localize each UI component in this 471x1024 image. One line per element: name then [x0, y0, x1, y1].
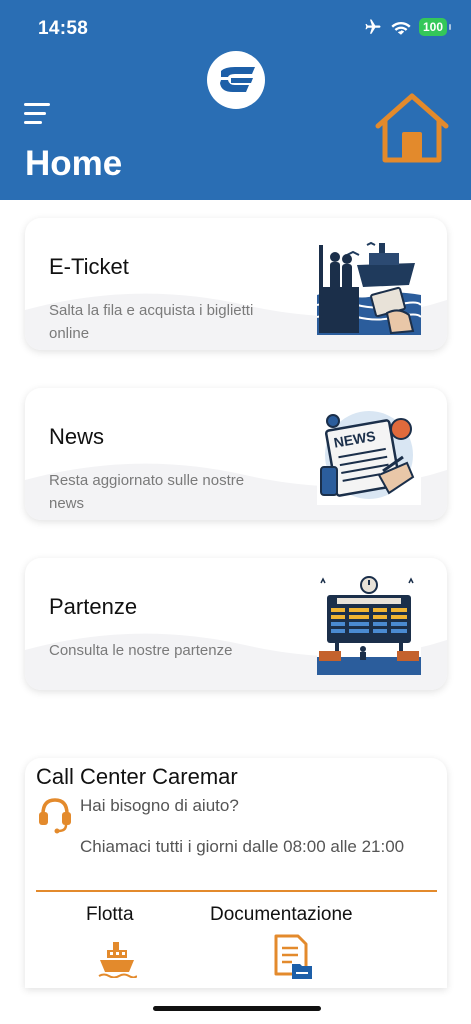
departures-board-illustration [317, 575, 421, 675]
app-header: 14:58 100 Home [0, 0, 471, 200]
newspaper-illustration: NEWS [317, 405, 421, 505]
card-eticket[interactable]: E-Ticket Salta la fila e acquista i bigl… [25, 218, 447, 350]
section-divider [36, 890, 437, 892]
menu-icon-line [24, 103, 50, 106]
call-center-title: Call Center Caremar [36, 764, 238, 789]
card-subtitle: Consulta le nostre partenze [49, 642, 233, 659]
status-time: 14:58 [38, 18, 89, 39]
help-hours[interactable]: Chiamaci tutti i giorni dalle 08:00 alle… [80, 834, 420, 860]
status-icons: 100 [363, 18, 451, 36]
card-title: Partenze [49, 594, 138, 619]
status-bar: 14:58 100 [0, 0, 471, 50]
ferry-couple-illustration [317, 235, 421, 335]
battery-cap [449, 24, 451, 30]
flotta-link[interactable]: Flotta [86, 904, 134, 926]
airplane-icon [365, 19, 381, 34]
help-question: Hai bisogno di aiuto? [80, 796, 239, 815]
card-partenze[interactable]: Partenze Consulta le nostre partenze [25, 558, 447, 690]
card-subtitle: Resta aggiornato sulle nostre news [49, 472, 245, 512]
headset-icon[interactable] [36, 794, 74, 834]
page-title: Home [25, 144, 123, 183]
call-center-card: Call Center Caremar Hai bisogno di aiuto… [25, 758, 447, 988]
documentazione-link[interactable]: Documentazione [210, 904, 353, 926]
caremar-logo [207, 51, 265, 109]
document-icon[interactable] [272, 934, 314, 980]
ship-icon[interactable] [97, 938, 137, 978]
card-title: E-Ticket [49, 254, 129, 279]
home-icon[interactable] [374, 92, 450, 164]
battery-icon: 100 [418, 18, 447, 36]
menu-icon-line [24, 112, 46, 115]
menu-icon-line [24, 121, 42, 124]
card-news[interactable]: News Resta aggiornato sulle nostre news … [25, 388, 447, 520]
wifi-icon [391, 22, 411, 35]
card-subtitle: Salta la fila e acquista i biglietti onl… [49, 302, 254, 342]
card-title: News [49, 424, 105, 449]
home-indicator[interactable] [153, 1006, 321, 1011]
menu-button[interactable] [24, 103, 54, 129]
